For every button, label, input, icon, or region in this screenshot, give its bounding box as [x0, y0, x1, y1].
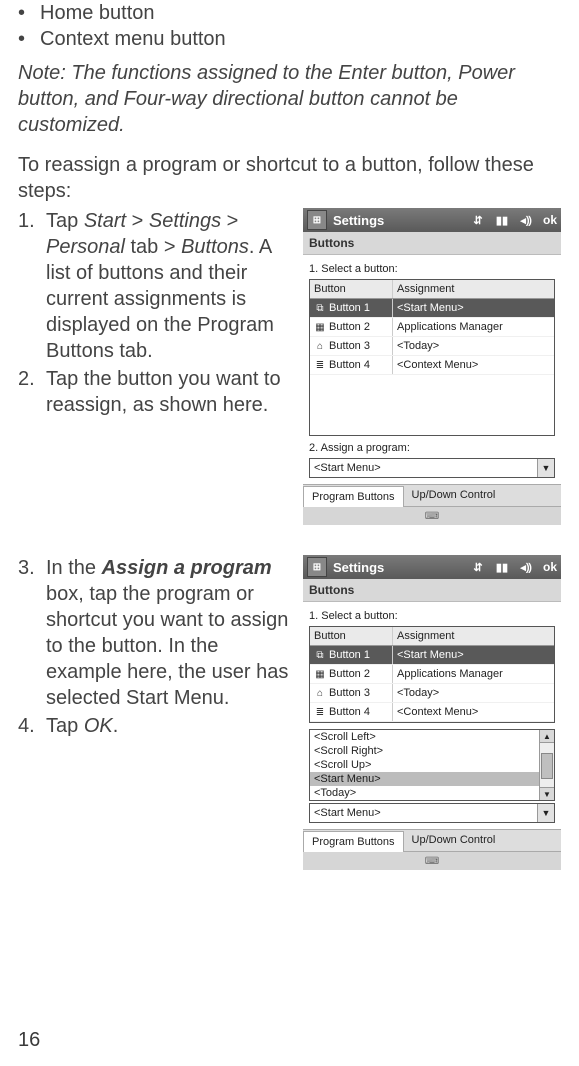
- page-number: 16: [18, 1029, 40, 1052]
- start-icon[interactable]: ⊞: [307, 557, 327, 577]
- button-assignment: <Today>: [393, 337, 554, 355]
- button-icon: ⧉: [314, 302, 326, 314]
- button-assignment: <Start Menu>: [393, 646, 554, 664]
- droplist-item[interactable]: <Today>: [310, 786, 539, 800]
- assign-program-droplist[interactable]: <Scroll Left><Scroll Right><Scroll Up><S…: [309, 729, 555, 801]
- droplist-item[interactable]: <Start Menu>: [310, 772, 539, 786]
- button-icon: ▦: [314, 668, 326, 680]
- bullet-item: Context menu button: [40, 26, 561, 52]
- step-body: Tap Start > Settings > Personal tab > Bu…: [46, 208, 289, 364]
- scroll-up-icon[interactable]: ▲: [540, 730, 554, 743]
- connectivity-icon[interactable]: ⇵: [469, 558, 487, 576]
- step-number: 3.: [18, 555, 46, 711]
- button-name: Button 4: [329, 359, 370, 371]
- table-row[interactable]: ⌂Button 3 <Today>: [310, 337, 554, 356]
- titlebar: ⊞ Settings ⇵ ▮▮ ◂⸩ ok: [303, 208, 561, 232]
- button-name: Button 4: [329, 706, 370, 718]
- button-name: Button 2: [329, 668, 370, 680]
- volume-icon[interactable]: ◂⸩: [517, 211, 535, 229]
- button-name: Button 2: [329, 321, 370, 333]
- step-number: 1.: [18, 208, 46, 364]
- volume-icon[interactable]: ◂⸩: [517, 558, 535, 576]
- chevron-down-icon[interactable]: ▼: [537, 804, 554, 822]
- bullet-item: Home button: [40, 0, 561, 26]
- signal-icon[interactable]: ▮▮: [493, 211, 511, 229]
- droplist-item[interactable]: <Scroll Up>: [310, 758, 539, 772]
- note-text: Note: The functions assigned to the Ente…: [18, 60, 561, 138]
- assign-program-combo[interactable]: <Start Menu> ▼: [309, 458, 555, 478]
- step-body: Tap the button you want to reassign, as …: [46, 366, 289, 418]
- tab-updown-control[interactable]: Up/Down Control: [404, 485, 504, 506]
- caption-assign: 2. Assign a program:: [309, 442, 555, 454]
- button-name: Button 1: [329, 302, 370, 314]
- button-icon: ⧉: [314, 649, 326, 661]
- panel-header: Buttons: [303, 232, 561, 255]
- table-row[interactable]: ⌂Button 3 <Today>: [310, 684, 554, 703]
- steps-group-1: 1. Tap Start > Settings > Personal tab >…: [18, 208, 289, 420]
- signal-icon[interactable]: ▮▮: [493, 558, 511, 576]
- button-assignment: Applications Manager: [393, 318, 554, 336]
- table-row[interactable]: ≣Button 4 <Context Menu>: [310, 703, 554, 722]
- step-number: 2.: [18, 366, 46, 418]
- scroll-down-icon[interactable]: ▼: [540, 787, 554, 800]
- button-assignment: <Context Menu>: [393, 703, 554, 721]
- titlebar: ⊞ Settings ⇵ ▮▮ ◂⸩ ok: [303, 555, 561, 579]
- window-title: Settings: [333, 560, 463, 575]
- start-icon[interactable]: ⊞: [307, 210, 327, 230]
- sip-keyboard-icon[interactable]: ⌨: [303, 506, 561, 525]
- tab-updown-control[interactable]: Up/Down Control: [404, 830, 504, 851]
- button-assignment: <Context Menu>: [393, 356, 554, 374]
- intro-bullets: Home button Context menu button: [18, 0, 561, 52]
- droplist-item[interactable]: <Scroll Right>: [310, 744, 539, 758]
- col-header-assignment: Assignment: [393, 280, 554, 298]
- table-row[interactable]: ⧉Button 1 <Start Menu>: [310, 646, 554, 665]
- button-name: Button 3: [329, 687, 370, 699]
- button-icon: ⌂: [314, 340, 326, 352]
- window-title: Settings: [333, 213, 463, 228]
- scroll-thumb[interactable]: [541, 753, 553, 779]
- sip-keyboard-icon[interactable]: ⌨: [303, 851, 561, 870]
- screenshot-settings-buttons-2: ⊞ Settings ⇵ ▮▮ ◂⸩ ok Buttons 1. Select …: [303, 555, 561, 870]
- chevron-down-icon[interactable]: ▼: [537, 459, 554, 477]
- assign-program-combo[interactable]: <Start Menu> ▼: [309, 803, 555, 823]
- col-header-assignment: Assignment: [393, 627, 554, 645]
- connectivity-icon[interactable]: ⇵: [469, 211, 487, 229]
- ok-button[interactable]: ok: [543, 213, 557, 227]
- col-header-button: Button: [310, 280, 393, 298]
- button-name: Button 1: [329, 649, 370, 661]
- combo-value: <Start Menu>: [310, 807, 537, 819]
- scrollbar[interactable]: ▲ ▼: [539, 730, 554, 800]
- droplist-item[interactable]: <Scroll Left>: [310, 730, 539, 744]
- table-row[interactable]: ⧉Button 1 <Start Menu>: [310, 299, 554, 318]
- button-icon: ▦: [314, 321, 326, 333]
- button-name: Button 3: [329, 340, 370, 352]
- button-listbox[interactable]: Button Assignment ⧉Button 1<Start Menu>▦…: [309, 626, 555, 723]
- tab-program-buttons[interactable]: Program Buttons: [303, 486, 404, 507]
- step-body: In the Assign a program box, tap the pro…: [46, 555, 289, 711]
- button-icon: ≣: [314, 706, 326, 718]
- table-row[interactable]: ▦Button 2 Applications Manager: [310, 665, 554, 684]
- step-body: Tap OK.: [46, 713, 289, 739]
- intro-text: To reassign a program or shortcut to a b…: [18, 152, 561, 204]
- button-icon: ≣: [314, 359, 326, 371]
- step-number: 4.: [18, 713, 46, 739]
- button-icon: ⌂: [314, 687, 326, 699]
- tab-program-buttons[interactable]: Program Buttons: [303, 831, 404, 852]
- panel-header: Buttons: [303, 579, 561, 602]
- combo-value: <Start Menu>: [310, 462, 537, 474]
- table-row[interactable]: ≣Button 4 <Context Menu>: [310, 356, 554, 375]
- caption-select: 1. Select a button:: [309, 263, 555, 275]
- caption-select: 1. Select a button:: [309, 610, 555, 622]
- screenshot-settings-buttons-1: ⊞ Settings ⇵ ▮▮ ◂⸩ ok Buttons 1. Select …: [303, 208, 561, 525]
- ok-button[interactable]: ok: [543, 560, 557, 574]
- button-assignment: <Today>: [393, 684, 554, 702]
- table-row[interactable]: ▦Button 2 Applications Manager: [310, 318, 554, 337]
- button-assignment: Applications Manager: [393, 665, 554, 683]
- col-header-button: Button: [310, 627, 393, 645]
- button-assignment: <Start Menu>: [393, 299, 554, 317]
- steps-group-2: 3. In the Assign a program box, tap the …: [18, 555, 289, 741]
- button-listbox[interactable]: Button Assignment ⧉Button 1<Start Menu>▦…: [309, 279, 555, 436]
